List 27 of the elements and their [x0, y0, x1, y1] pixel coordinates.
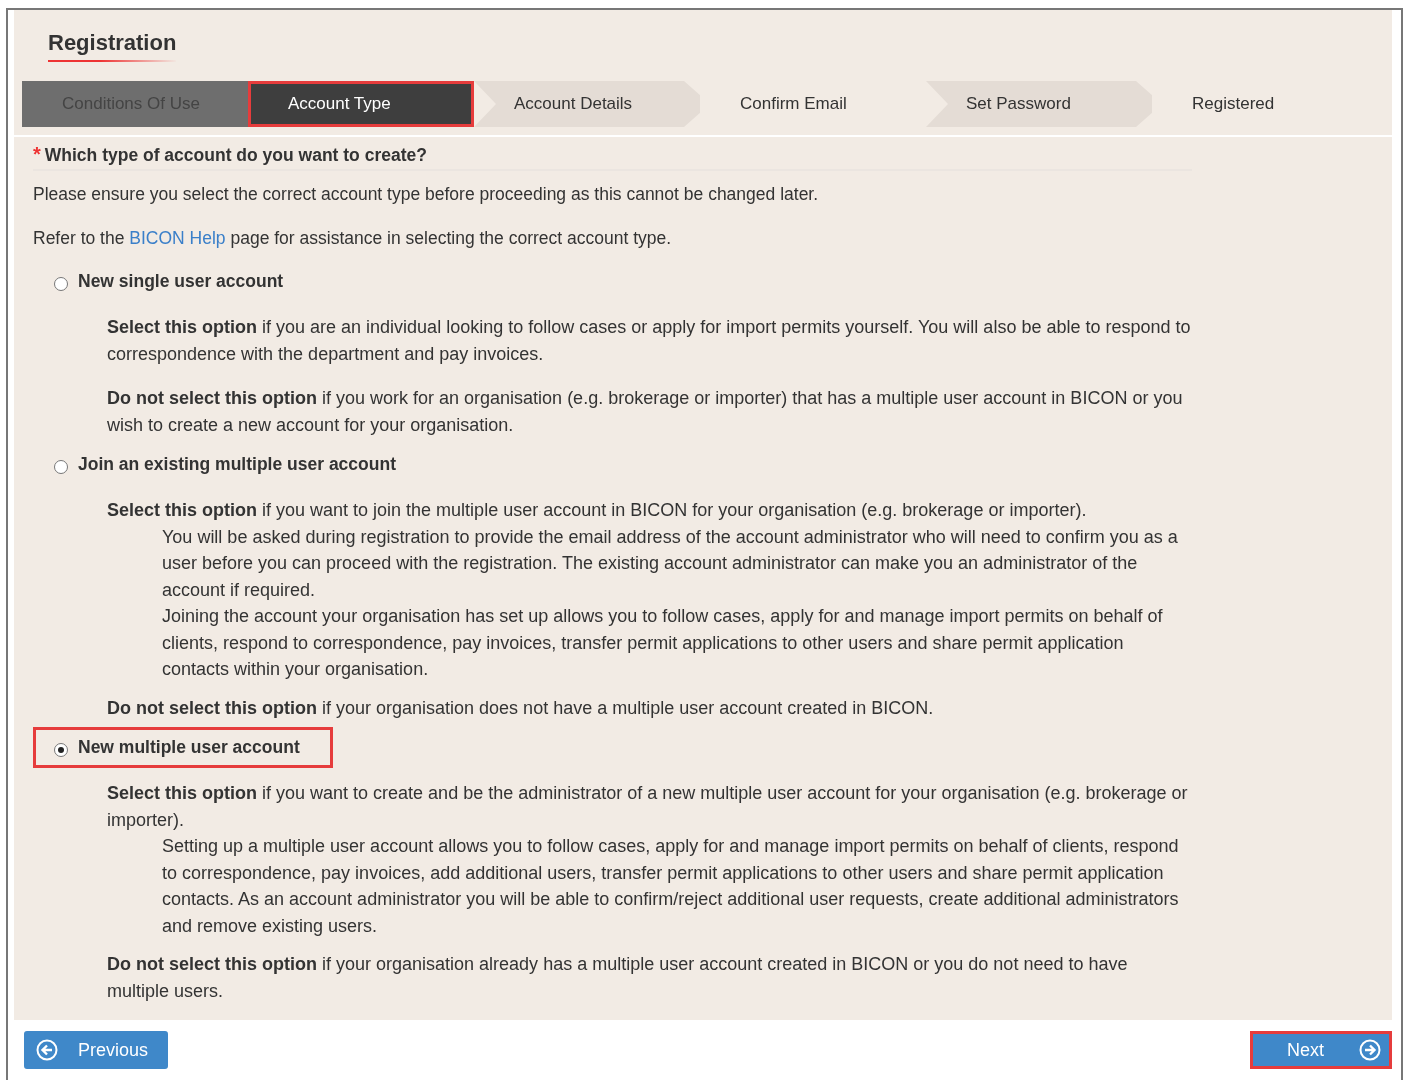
- wizard-step[interactable]: Account Details: [474, 81, 700, 127]
- option-description: Select this option if you are an individual looking to follow cases or apply for import permits yourself. You will also be able to respond to correspondence with the department and pay invoices.: [107, 316, 1192, 366]
- wizard-step[interactable]: Account Type: [248, 81, 474, 127]
- option-description: Do not select this option if your organisation already has a multiple user account created in BICON or you do not need to have multiple users.: [107, 953, 1129, 1003]
- question-text: Which type of account do you want to create?: [44, 145, 427, 166]
- previous-button[interactable]: Previous: [24, 1031, 169, 1069]
- option-description: Do not select this option if you work for an organisation (e.g. brokerage or importer) that has a multiple user account in BICON or you wish to create a new account for your organisation.: [107, 387, 1184, 437]
- help-link[interactable]: BICON Help: [129, 228, 226, 248]
- option-label[interactable]: New single user account: [78, 271, 284, 292]
- radio-button[interactable]: [54, 742, 68, 757]
- option-description: Do not select this option if your organisation does not have a multiple user account created in BICON.: [107, 696, 935, 720]
- option-description: Setting up a multiple user account allows you to follow cases, apply for and manage import permits on behalf of clients, respond to correspondence, pay invoices, add additional users, transfer permit applications to other users and share permit application contacts. As an account administrator you will be able to confirm/reject additional user requests, create additional administrators and remove existing users.: [162, 835, 1180, 938]
- option-label[interactable]: Join an existing multiple user account: [78, 454, 396, 475]
- wizard-step[interactable]: Confirm Email: [700, 81, 926, 127]
- radio-button[interactable]: [54, 459, 68, 474]
- option-description: Joining the account your organisation has set up allows you to follow cases, apply for and manage import permits on behalf of clients, respond to correspondence, pay invoices, transfer permit applications to other users and share permit application contacts within your organisation.: [162, 605, 1164, 681]
- wizard-step[interactable]: Set Password: [926, 81, 1152, 127]
- option-description: Select this option if you want to join the multiple user account in BICON for your organisation (e.g. brokerage or importer).: [107, 499, 1088, 522]
- option-description: You will be asked during registration to provide the email address of the account administrator who will need to confirm you as a user before you can proceed with the registration. The existing account administrator can make you an administrator of the account if required.: [162, 525, 1179, 602]
- next-button[interactable]: Next: [1250, 1031, 1392, 1069]
- option-description: Select this option if you want to create and be the administrator of a new multiple user account for your organisation (e.g. brokerage or importer).: [107, 782, 1189, 832]
- intro-text: Please ensure you select the correct account type before proceeding as this cannot be changed later.: [33, 183, 820, 206]
- required-mark: *: [33, 143, 41, 166]
- option-label[interactable]: New multiple user account: [78, 737, 300, 758]
- radio-button[interactable]: [54, 276, 68, 291]
- wizard-step[interactable]: Registered: [1152, 81, 1378, 127]
- help-text: Refer to the BICON Help page for assistance in selecting the correct account type.: [33, 227, 673, 250]
